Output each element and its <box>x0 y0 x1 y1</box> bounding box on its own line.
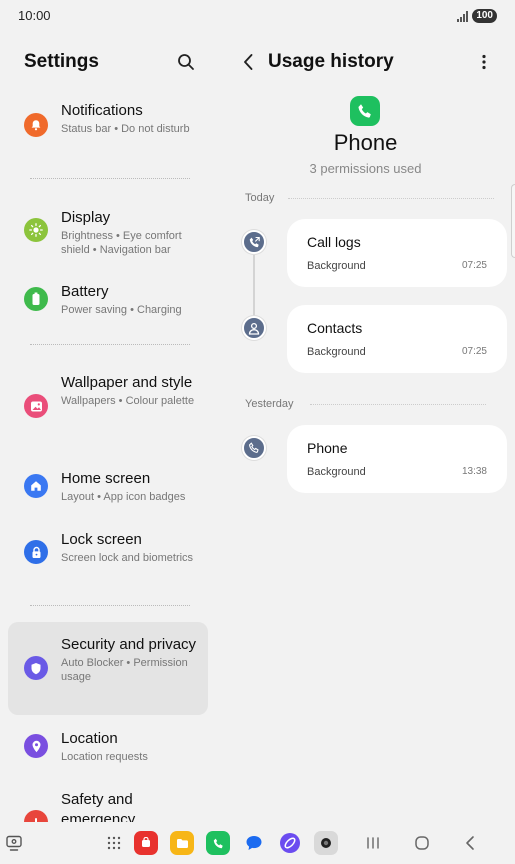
status-indicators: 100 <box>457 9 497 23</box>
usage-entry-call-logs[interactable]: Call logs Background 07:25 <box>287 219 507 287</box>
settings-item-title: Battery <box>61 283 109 300</box>
location-pin-icon <box>24 734 48 758</box>
usage-entry-contacts[interactable]: Contacts Background 07:25 <box>287 305 507 373</box>
contacts-icon <box>242 316 266 340</box>
permissions-used-count: 3 permissions used <box>309 161 422 176</box>
screen-assistant-icon <box>6 835 22 851</box>
chevron-left-icon <box>244 54 253 70</box>
section-divider <box>30 605 190 606</box>
taskbar <box>0 822 515 864</box>
status-time: 10:00 <box>18 8 51 23</box>
internet-app-icon[interactable] <box>278 831 302 855</box>
section-label-yesterday: Yesterday <box>245 398 294 410</box>
app-name: Phone <box>333 130 398 155</box>
settings-item-subtitle: Location requests <box>61 751 148 763</box>
settings-item-home-screen[interactable]: Home screen Layout • App icon badges <box>8 460 208 510</box>
lock-icon <box>24 540 48 564</box>
settings-item-title: Display <box>61 209 111 226</box>
bell-icon <box>24 113 48 137</box>
search-icon <box>178 54 194 70</box>
section-divider <box>30 344 190 345</box>
signal-icon <box>457 10 469 22</box>
battery-icon <box>24 287 48 311</box>
settings-item-title: Notifications <box>61 102 143 119</box>
sun-icon <box>24 218 48 242</box>
back-button[interactable] <box>237 50 259 74</box>
phone-icon <box>242 436 266 460</box>
settings-item-subtitle: Power saving • Charging <box>61 304 182 316</box>
settings-item-display[interactable]: Display Brightness • Eye comfort shield … <box>8 200 208 264</box>
call-log-icon <box>242 230 266 254</box>
settings-list-pane: Settings Notifications Status bar • Do n… <box>0 32 216 822</box>
entry-status: Background <box>307 260 366 272</box>
phone-app-shortcut-icon[interactable] <box>206 831 230 855</box>
entry-time: 07:25 <box>461 260 487 271</box>
home-button[interactable] <box>410 831 434 855</box>
settings-item-subtitle: Status bar • Do not disturb <box>61 123 190 135</box>
screen-assistant-button[interactable] <box>2 831 26 855</box>
battery-level: 100 <box>472 9 497 23</box>
section-divider <box>288 198 494 199</box>
phone-app-icon <box>350 96 380 126</box>
more-vertical-icon <box>482 54 486 70</box>
settings-item-title: Security and privacy <box>61 636 197 653</box>
edge-panel-handle[interactable] <box>511 184 515 258</box>
settings-item-subtitle: Auto Blocker • Permission usage <box>61 657 188 683</box>
messages-app-icon[interactable] <box>242 831 266 855</box>
settings-item-title: Home screen <box>61 470 151 487</box>
settings-item-title: Safety and emergency <box>61 791 136 822</box>
settings-item-subtitle: Brightness • Eye comfort shield • Naviga… <box>61 230 182 256</box>
camera-app-icon[interactable] <box>314 831 338 855</box>
settings-item-subtitle: Wallpapers • Colour palette <box>61 395 195 407</box>
status-bar: 10:00 100 <box>0 0 515 32</box>
entry-time: 13:38 <box>461 466 487 477</box>
settings-item-location[interactable]: Location Location requests <box>8 722 208 772</box>
my-files-app-icon[interactable] <box>170 831 194 855</box>
back-nav-button[interactable] <box>458 831 482 855</box>
home-nav-icon <box>415 836 429 850</box>
image-icon <box>24 394 48 418</box>
usage-history-pane: Usage history Phone 3 permissions used T… <box>224 32 515 822</box>
settings-item-safety-and-emergency[interactable]: Safety and emergency <box>8 784 208 822</box>
app-grid-icon <box>107 836 121 850</box>
recent-apps-button[interactable] <box>361 831 385 855</box>
entry-status: Background <box>307 466 366 478</box>
section-divider <box>30 178 190 179</box>
settings-item-subtitle: Screen lock and biometrics <box>61 552 194 564</box>
settings-item-battery[interactable]: Battery Power saving • Charging <box>8 274 208 324</box>
more-options-button[interactable] <box>474 50 494 74</box>
entry-time: 07:25 <box>461 346 487 357</box>
settings-item-title: Wallpaper and style <box>61 374 193 391</box>
settings-title: Settings <box>24 51 99 72</box>
entry-title: Contacts <box>307 320 363 336</box>
emergency-icon <box>24 810 48 822</box>
galaxy-store-app-icon[interactable] <box>134 831 158 855</box>
search-button[interactable] <box>174 50 198 74</box>
home-icon <box>24 474 48 498</box>
usage-entry-phone[interactable]: Phone Background 13:38 <box>287 425 507 493</box>
settings-item-notifications[interactable]: Notifications Status bar • Do not distur… <box>8 94 208 158</box>
page-title: Usage history <box>268 51 394 72</box>
shield-icon <box>24 656 48 680</box>
entry-title: Phone <box>307 440 348 456</box>
app-drawer-button[interactable] <box>102 831 126 855</box>
settings-item-subtitle: Layout • App icon badges <box>61 491 186 503</box>
entry-title: Call logs <box>307 234 361 250</box>
section-label-today: Today <box>245 192 275 204</box>
settings-item-security-and-privacy[interactable]: Security and privacy Auto Blocker • Perm… <box>8 622 208 715</box>
settings-item-title: Location <box>61 730 118 747</box>
settings-item-wallpaper-and-style[interactable]: Wallpaper and style Wallpapers • Colour … <box>8 366 208 446</box>
back-nav-icon <box>466 836 474 850</box>
settings-item-title: Lock screen <box>61 531 142 548</box>
recents-icon <box>367 837 379 849</box>
section-divider <box>310 404 486 405</box>
settings-item-lock-screen[interactable]: Lock screen Screen lock and biometrics <box>8 520 208 584</box>
entry-status: Background <box>307 346 366 358</box>
